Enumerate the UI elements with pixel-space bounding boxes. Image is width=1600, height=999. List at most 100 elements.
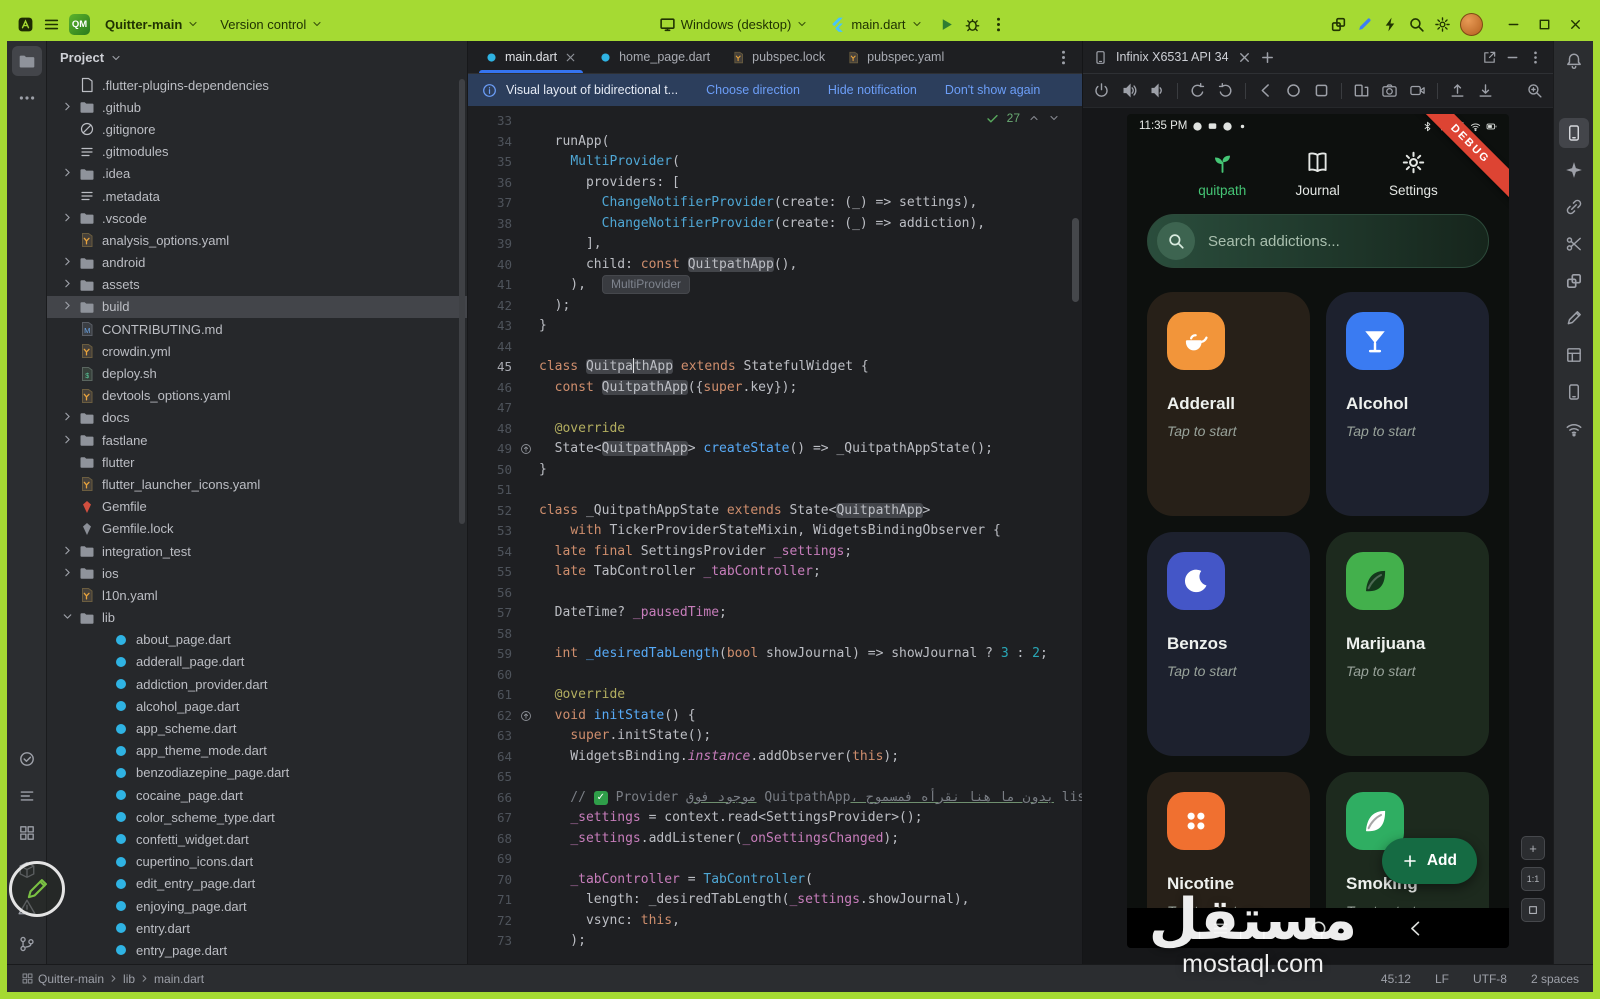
device-fold-button[interactable] <box>1353 82 1370 99</box>
tree-item[interactable]: integration_test <box>47 540 467 562</box>
inspections-widget[interactable]: 27 <box>986 111 1060 125</box>
editor-scrollbar[interactable] <box>1072 218 1079 302</box>
indent-setting[interactable]: 2 spaces <box>1531 972 1579 986</box>
tree-item[interactable]: entry.dart <box>47 917 467 939</box>
code-line[interactable]: 46 const QuitpathApp({super.key}); <box>468 378 1082 399</box>
code-line[interactable]: 69 <box>468 849 1082 870</box>
caret-position[interactable]: 45:12 <box>1381 972 1411 986</box>
device-download-button[interactable] <box>1477 82 1494 99</box>
code-line[interactable]: 59 int _desiredTabLength(bool showJourna… <box>468 644 1082 665</box>
tree-item[interactable]: benzodiazepine_page.dart <box>47 762 467 784</box>
tool-notifications[interactable] <box>1559 46 1589 76</box>
device-camera-button[interactable] <box>1381 82 1398 99</box>
more-run-actions-icon[interactable] <box>990 16 1007 33</box>
tree-item[interactable]: cocaine_page.dart <box>47 784 467 806</box>
plugins-icon[interactable] <box>1330 16 1347 33</box>
tree-item[interactable]: flutter <box>47 451 467 473</box>
tree-chevron[interactable] <box>61 255 79 270</box>
code-line[interactable]: 57 DateTime? _pausedTime; <box>468 603 1082 624</box>
zoom-reset-button[interactable]: 1:1 <box>1521 867 1545 891</box>
zoom-in-button[interactable]: + <box>1521 836 1545 860</box>
code-line[interactable]: 62 void initState() { <box>468 706 1082 727</box>
tool-edit-tools[interactable] <box>1559 303 1589 333</box>
tree-item[interactable]: build <box>47 296 467 318</box>
tree-item[interactable]: android <box>47 252 467 274</box>
add-fab-button[interactable]: Add <box>1382 838 1477 884</box>
code-line[interactable]: 35 MultiProvider( <box>468 152 1082 173</box>
tool-wifi-pairing[interactable] <box>1559 414 1589 444</box>
app-tab-quitpath[interactable]: quitpath <box>1198 150 1246 198</box>
search-bar[interactable]: Search addictions... <box>1147 214 1489 268</box>
code-line[interactable]: 40 child: const QuitpathApp(), <box>468 255 1082 276</box>
addiction-card-Benzos[interactable]: BenzosTap to start <box>1147 532 1310 756</box>
open-in-window-icon[interactable] <box>1482 50 1497 65</box>
code-line[interactable]: 41 ),MultiProvider <box>468 275 1082 296</box>
tool-plugins-panel[interactable] <box>1559 266 1589 296</box>
tree-item[interactable]: edit_entry_page.dart <box>47 873 467 895</box>
tool-layout-inspector[interactable] <box>1559 340 1589 370</box>
minimize-button[interactable] <box>1506 17 1521 32</box>
tree-item[interactable]: crowdin.yml <box>47 340 467 362</box>
tool-dart-analysis[interactable] <box>12 744 42 774</box>
tree-item[interactable]: Gemfile.lock <box>47 518 467 540</box>
code-line[interactable]: 42 ); <box>468 296 1082 317</box>
hide-panel-icon[interactable] <box>1505 50 1520 65</box>
tree-item[interactable]: .gitmodules <box>47 141 467 163</box>
tree-item[interactable]: MCONTRIBUTING.md <box>47 318 467 340</box>
code-line[interactable]: 34 runApp( <box>468 132 1082 153</box>
device-navsquare-button[interactable] <box>1313 82 1330 99</box>
device-tab-label[interactable]: Infinix X6531 API 34 <box>1116 50 1229 64</box>
tree-item[interactable]: .gitignore <box>47 118 467 140</box>
tree-item[interactable]: confetti_widget.dart <box>47 828 467 850</box>
app-tab-Settings[interactable]: Settings <box>1389 150 1438 198</box>
debug-button[interactable] <box>964 16 981 33</box>
tool-gemini[interactable] <box>1559 155 1589 185</box>
phone-screen[interactable]: 11:35 PM quitpathJournalSettings Search … <box>1127 114 1509 948</box>
code-line[interactable]: 70 _tabController = TabController( <box>468 870 1082 891</box>
code-line[interactable]: 66 // ✓ Provider موجود فوق QuitpathApp، … <box>468 788 1082 809</box>
code-line[interactable]: 53 with TickerProviderStateMixin, Widget… <box>468 521 1082 542</box>
next-problem-icon[interactable] <box>1048 112 1060 124</box>
code-line[interactable]: 54 late final SettingsProvider _settings… <box>468 542 1082 563</box>
code-line[interactable]: 68 _settings.addListener(_onSettingsChan… <box>468 829 1082 850</box>
code-line[interactable]: 51 <box>468 480 1082 501</box>
run-config-selector[interactable]: main.dart <box>823 13 928 36</box>
code-line[interactable]: 39 ], <box>468 234 1082 255</box>
tree-item[interactable]: assets <box>47 274 467 296</box>
code-line[interactable]: 37 ChangeNotifierProvider(create: (_) =>… <box>468 193 1082 214</box>
code-line[interactable]: 58 <box>468 624 1082 645</box>
code-line[interactable]: 64 WidgetsBinding.instance.addObserver(t… <box>468 747 1082 768</box>
editor-tab-pubspec.lock[interactable]: pubspec.lock <box>721 41 836 73</box>
device-rotr-button[interactable] <box>1217 82 1234 99</box>
tree-item[interactable]: analysis_options.yaml <box>47 229 467 251</box>
editor-tab-home_page.dart[interactable]: home_page.dart <box>588 41 721 73</box>
device-record-button[interactable] <box>1409 82 1426 99</box>
tree-item[interactable]: Gemfile <box>47 496 467 518</box>
tree-item[interactable]: .github <box>47 96 467 118</box>
device-upload-button[interactable] <box>1449 82 1466 99</box>
breadcrumb-item[interactable]: Quitter-main <box>38 972 104 986</box>
file-encoding[interactable]: UTF-8 <box>1473 972 1507 986</box>
run-button[interactable] <box>938 16 955 33</box>
zoom-fit-button[interactable] <box>1521 898 1545 922</box>
code-line[interactable]: 60 <box>468 665 1082 686</box>
tree-chevron[interactable] <box>61 566 79 581</box>
tree-item[interactable]: adderall_page.dart <box>47 651 467 673</box>
tree-item[interactable]: lib <box>47 607 467 629</box>
code-line[interactable]: 45class QuitpathApp extends StatefulWidg… <box>468 357 1082 378</box>
tree-chevron[interactable] <box>61 100 79 115</box>
code-line[interactable]: 52class _QuitpathAppState extends State<… <box>468 501 1082 522</box>
tool-more-tools[interactable] <box>12 83 42 113</box>
app-tab-Journal[interactable]: Journal <box>1295 150 1339 198</box>
tree-scrollbar[interactable] <box>459 79 465 524</box>
tree-item[interactable]: app_theme_mode.dart <box>47 740 467 762</box>
addiction-card-Marijuana[interactable]: MarijuanaTap to start <box>1326 532 1489 756</box>
code-editor[interactable]: 27 3334 runApp(35 MultiProvider(36 provi… <box>468 106 1082 964</box>
tool-resource-linking[interactable] <box>1559 192 1589 222</box>
editor-tab-pubspec.yaml[interactable]: pubspec.yaml <box>836 41 955 73</box>
device-magnify-button[interactable] <box>1526 82 1543 99</box>
tree-item[interactable]: alcohol_page.dart <box>47 695 467 717</box>
tool-app-quality-insights[interactable] <box>1559 229 1589 259</box>
code-line[interactable]: 49 State<QuitpathApp> createState() => _… <box>468 439 1082 460</box>
tree-item[interactable]: .flutter-plugins-dependencies <box>47 74 467 96</box>
